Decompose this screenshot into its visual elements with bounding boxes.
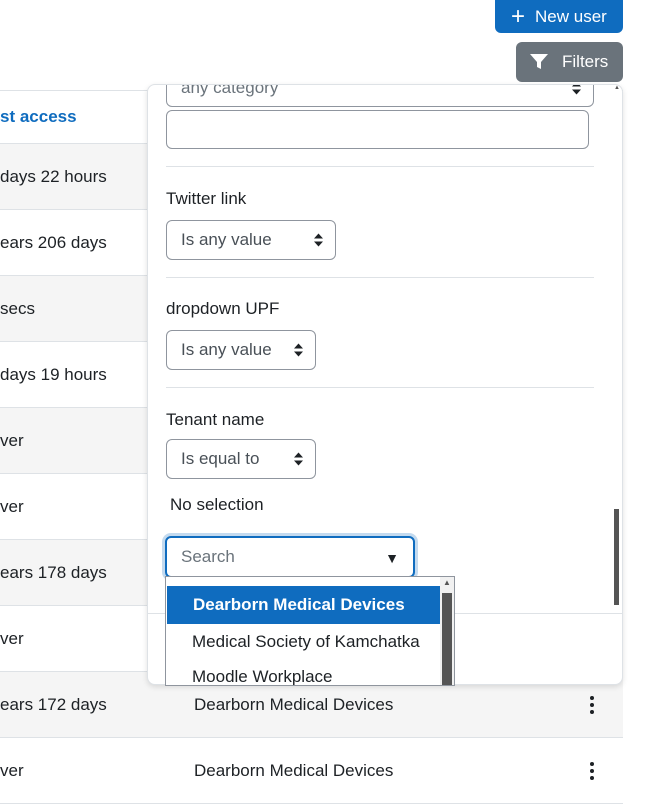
last-access-cell: ver [0, 628, 24, 648]
dropdown-upf-operator-value: Is any value [181, 340, 272, 359]
tenant-operator-select[interactable]: Is equal to [166, 439, 316, 479]
filters-button[interactable]: Filters [516, 42, 623, 82]
sort-arrows-icon [314, 233, 323, 247]
dropdown-upf-operator-select[interactable]: Is any value [166, 330, 316, 370]
last-access-cell: ver [0, 496, 24, 516]
twitter-link-label: Twitter link [166, 189, 247, 208]
tenant-cell: Dearborn Medical Devices [194, 760, 394, 780]
last-access-cell: ears 178 days [0, 562, 107, 582]
last-access-cell: ver [0, 760, 24, 780]
last-access-cell: days 19 hours [0, 364, 107, 384]
divider [166, 166, 594, 167]
tenant-option[interactable]: Moodle Workplace [166, 659, 440, 686]
tenant-cell: Dearborn Medical Devices [194, 694, 394, 714]
last-access-column-header[interactable]: st access [0, 107, 77, 127]
last-access-cell: ears 206 days [0, 232, 107, 252]
no-selection-text: No selection [170, 495, 264, 514]
dropdown-upf-label: dropdown UPF [166, 299, 280, 318]
twitter-operator-select[interactable]: Is any value [166, 220, 336, 260]
scroll-down-icon[interactable]: ▼ [614, 601, 620, 607]
tenant-operator-value: Is equal to [181, 449, 260, 468]
tenant-name-label: Tenant name [166, 410, 265, 429]
tenant-option[interactable]: Dearborn Medical Devices [167, 586, 440, 624]
sort-arrows-icon [294, 452, 303, 466]
sort-arrows-icon [294, 343, 303, 357]
scrollbar-thumb[interactable] [442, 593, 452, 685]
tenant-option[interactable]: Medical Society of Kamchatka [166, 624, 440, 659]
caret-down-icon[interactable]: ▼ [385, 550, 399, 566]
filters-label: Filters [562, 52, 609, 71]
last-access-cell: ears 172 days [0, 694, 107, 714]
category-text-input[interactable] [166, 110, 589, 149]
filters-panel-body: any category Twitter link Is any value d… [148, 85, 622, 613]
row-actions-icon[interactable] [588, 695, 596, 714]
twitter-operator-value: Is any value [181, 230, 272, 249]
plus-icon: + [511, 2, 526, 30]
listbox-scrollbar[interactable]: ▲ [440, 577, 454, 685]
scroll-up-icon[interactable]: ▲ [443, 578, 451, 587]
category-select-value: any category [181, 85, 279, 97]
last-access-cell: days 22 hours [0, 166, 107, 186]
scrollbar-thumb[interactable] [614, 509, 619, 605]
scroll-up-icon[interactable]: ▲ [614, 85, 620, 91]
tenant-search-input[interactable]: Search ▼ [165, 536, 415, 578]
filter-icon [530, 54, 548, 69]
tenant-options-listbox: Dearborn Medical Devices Medical Society… [165, 576, 455, 686]
last-access-cell: ver [0, 430, 24, 450]
table-row: ver Dearborn Medical Devices [0, 738, 623, 804]
divider [166, 277, 594, 278]
sort-arrows-icon [572, 85, 581, 95]
category-select[interactable]: any category [166, 85, 594, 107]
panel-scrollbar[interactable]: ▲ ▼ [614, 85, 622, 610]
new-user-label: New user [535, 6, 607, 26]
new-user-button[interactable]: + New user [495, 0, 623, 33]
last-access-cell: secs [0, 298, 35, 318]
divider [166, 387, 594, 388]
search-placeholder: Search [181, 547, 235, 566]
